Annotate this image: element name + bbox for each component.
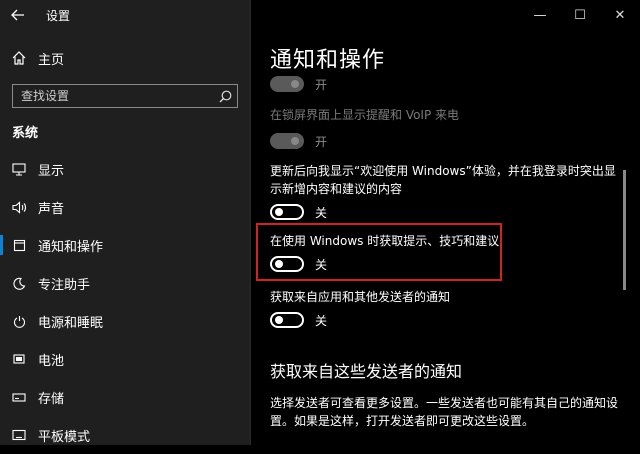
sidebar-item-label: 平板模式 [38, 429, 91, 445]
toggle-state: 关 [315, 257, 328, 272]
toggle-switch[interactable] [270, 312, 304, 328]
notification-icon [0, 239, 38, 252]
setting-description: 在使用 Windows 时获取提示、技巧和建议 [270, 234, 500, 248]
setting-description: 在锁屏界面上显示提醒和 VoIP 来电 [270, 108, 460, 122]
tablet-icon [0, 429, 38, 441]
toggle-knob [275, 316, 283, 324]
sidebar-item-label: 电源和睡眠 [38, 315, 104, 331]
senders-paragraph: 选择发送者可查看更多设置。一些发送者也可能有其自己的通知设置。如果是这样，打开发… [270, 396, 619, 428]
maximize-button[interactable]: ☐ [560, 0, 600, 30]
battery-icon [0, 353, 38, 365]
main-content: — ☐ ✕ 通知和操作 开 在锁屏界面上显示提醒和 VoIP 来电 开 更新后向… [251, 0, 640, 445]
setting-description: 更新后向我显示“欢迎使用 Windows”体验，并在我登录时突出显示新增内容和建… [270, 164, 616, 196]
toggle-knob [291, 137, 299, 145]
sidebar-item-display[interactable]: 显示 [0, 150, 251, 188]
toggle-state: 开 [315, 77, 328, 92]
sidebar-item-battery[interactable]: 电池 [0, 340, 251, 378]
setting-description: 获取来自应用和其他发送者的通知 [270, 290, 451, 304]
home-label: 主页 [38, 52, 65, 68]
sidebar-item-label: 电池 [38, 353, 65, 369]
minimize-button[interactable]: — [520, 0, 560, 30]
sidebar-item-label: 声音 [38, 201, 65, 217]
toggle-switch[interactable] [270, 204, 304, 220]
title-bar: 设置 [0, 0, 251, 30]
close-button[interactable]: ✕ [600, 0, 640, 30]
setting-item: 开 [270, 72, 625, 96]
sidebar-item-notifications[interactable]: 通知和操作 [0, 226, 251, 264]
sidebar-item-sound[interactable]: 声音 [0, 188, 251, 226]
setting-item-app-notifications: 获取来自应用和其他发送者的通知 关 [270, 288, 625, 332]
arrow-left-icon [11, 9, 24, 21]
scrollbar[interactable] [623, 170, 626, 290]
toggle-switch[interactable] [270, 133, 304, 149]
sidebar-item-power-sleep[interactable]: 电源和睡眠 [0, 302, 251, 340]
sidebar-item-label: 通知和操作 [38, 239, 104, 255]
setting-item-lockscreen-voip: 在锁屏界面上显示提醒和 VoIP 来电 开 [270, 106, 625, 153]
toggle-state: 开 [315, 134, 328, 149]
back-button[interactable] [0, 0, 36, 30]
toggle-switch[interactable] [270, 76, 304, 92]
sidebar-item-label: 存储 [38, 391, 65, 407]
sidebar-nav: 显示 声音 通知和操作 专注助手 电源和睡眠 电池 存储 平板模式 [0, 150, 251, 454]
sidebar-item-storage[interactable]: 存储 [0, 378, 251, 416]
toggle-switch[interactable] [270, 256, 304, 272]
sidebar: 设置 主页 系统 [0, 0, 251, 445]
toggle-state: 关 [315, 313, 328, 328]
section-subheading: 获取来自这些发送者的通知 [270, 362, 463, 381]
toggle-state: 关 [315, 205, 328, 220]
toggle-knob [275, 208, 283, 216]
page-title: 通知和操作 [270, 48, 386, 73]
search-box [12, 84, 238, 108]
home-icon [0, 51, 38, 65]
setting-item-tips-tricks: 在使用 Windows 时获取提示、技巧和建议 关 [270, 232, 625, 276]
section-header: 系统 [12, 126, 39, 141]
settings-window: 设置 主页 系统 [0, 0, 640, 445]
app-title: 设置 [46, 8, 71, 23]
monitor-icon [0, 162, 38, 176]
speaker-icon [0, 200, 38, 214]
sidebar-item-label: 显示 [38, 163, 65, 179]
setting-item-welcome-experience: 更新后向我显示“欢迎使用 Windows”体验，并在我登录时突出显示新增内容和建… [270, 162, 625, 224]
search-input[interactable] [13, 85, 213, 107]
power-icon [0, 315, 38, 328]
sidebar-item-tablet-mode[interactable]: 平板模式 [0, 416, 251, 454]
toggle-knob [291, 80, 299, 88]
sidebar-item-home[interactable]: 主页 [0, 44, 251, 72]
toggle-knob [275, 260, 283, 268]
search-icon[interactable] [213, 90, 237, 103]
sidebar-item-label: 专注助手 [38, 277, 91, 293]
storage-icon [0, 392, 38, 403]
window-controls: — ☐ ✕ [520, 0, 640, 30]
sidebar-item-focus-assist[interactable]: 专注助手 [0, 264, 251, 302]
moon-icon [0, 277, 38, 290]
